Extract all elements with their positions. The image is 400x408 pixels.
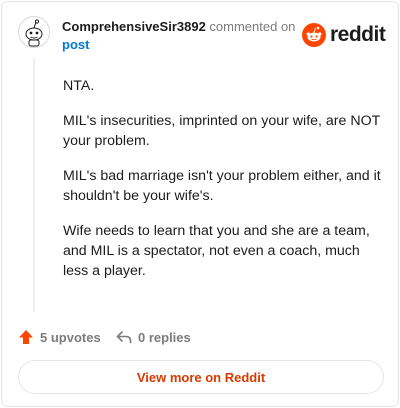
snoo-avatar-icon[interactable] xyxy=(18,16,50,48)
reply-count: 0 replies xyxy=(138,329,191,345)
comment-body: NTA. MIL's insecurities, imprinted on yo… xyxy=(63,76,381,296)
reddit-brand[interactable]: reddit xyxy=(302,22,386,48)
reddit-logo-icon xyxy=(302,23,326,47)
author-name[interactable]: ComprehensiveSir3892 xyxy=(62,19,206,34)
comment-meta: ComprehensiveSir3892 commented on post xyxy=(62,18,312,54)
replies-button[interactable]: 0 replies xyxy=(116,327,191,347)
post-link[interactable]: post xyxy=(62,36,312,54)
comment-paragraph: MIL's insecurities, imprinted on your wi… xyxy=(63,113,381,149)
action-text: commented on xyxy=(209,19,296,34)
upvote-count: 5 upvotes xyxy=(40,329,101,345)
comment-paragraph: MIL's bad marriage isn't your problem ei… xyxy=(63,168,381,204)
comment-header: ComprehensiveSir3892 commented on post r… xyxy=(18,14,388,54)
view-more-button[interactable]: View more on Reddit xyxy=(18,360,384,394)
comment-paragraph: NTA. xyxy=(63,78,95,94)
thread-line xyxy=(33,58,35,312)
upvote-button[interactable]: 5 upvotes xyxy=(18,327,101,347)
comment-footer: 5 upvotes 0 replies xyxy=(18,327,378,347)
reddit-wordmark: reddit xyxy=(330,23,386,46)
comment-paragraph: Wife needs to learn that you and she are… xyxy=(63,223,370,279)
reply-arrow-icon xyxy=(116,329,132,345)
upvote-arrow-icon xyxy=(18,329,34,345)
comment-card: ComprehensiveSir3892 commented on post r… xyxy=(1,1,399,407)
